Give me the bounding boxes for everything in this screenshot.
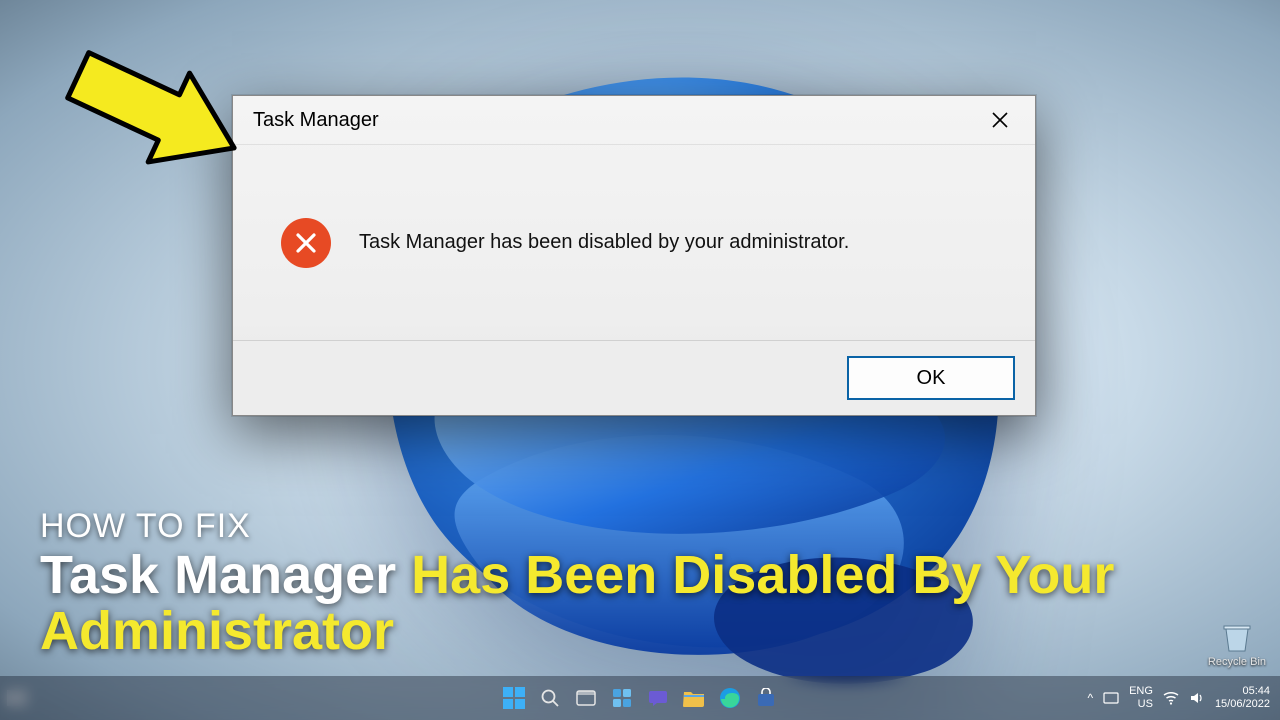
dialog-titlebar[interactable]: Task Manager — [233, 96, 1035, 145]
language-indicator[interactable]: ENG US — [1129, 685, 1153, 710]
language-indicator-icon[interactable] — [1103, 690, 1119, 706]
clock[interactable]: 05:44 15/06/2022 — [1215, 685, 1270, 710]
search-icon[interactable] — [536, 684, 564, 712]
caption-line1: HOW TO FIX — [40, 509, 1280, 545]
close-button[interactable] — [977, 102, 1023, 138]
taskbar-center — [500, 684, 780, 712]
wifi-icon[interactable] — [1163, 691, 1179, 705]
explorer-icon[interactable] — [680, 684, 708, 712]
widgets-icon[interactable] — [608, 684, 636, 712]
dialog-message: Task Manager has been disabled by your a… — [359, 231, 849, 254]
system-tray: ^ ENG US 05:44 15/06/2022 — [1087, 685, 1270, 710]
volume-icon[interactable] — [1189, 691, 1205, 705]
edge-icon[interactable] — [716, 684, 744, 712]
tray-overflow-chevron-icon[interactable]: ^ — [1087, 691, 1093, 705]
close-icon — [991, 111, 1009, 129]
start-button[interactable] — [500, 684, 528, 712]
caption-line2: Task Manager Has Been Disabled By Your A… — [40, 547, 1280, 660]
task-manager-error-dialog: Task Manager Task Manager has been disab… — [232, 95, 1036, 416]
thumbnail-caption: HOW TO FIX Task Manager Has Been Disable… — [40, 509, 1280, 660]
taskbar: ^ ENG US 05:44 15/06/2022 — [0, 676, 1280, 720]
chat-icon[interactable] — [644, 684, 672, 712]
dialog-title: Task Manager — [253, 109, 977, 132]
error-icon — [281, 218, 331, 268]
dialog-body: Task Manager has been disabled by your a… — [233, 145, 1035, 340]
task-view-icon[interactable] — [572, 684, 600, 712]
store-icon[interactable] — [752, 684, 780, 712]
ok-button[interactable]: OK — [847, 356, 1015, 400]
dialog-footer: OK — [233, 340, 1035, 415]
